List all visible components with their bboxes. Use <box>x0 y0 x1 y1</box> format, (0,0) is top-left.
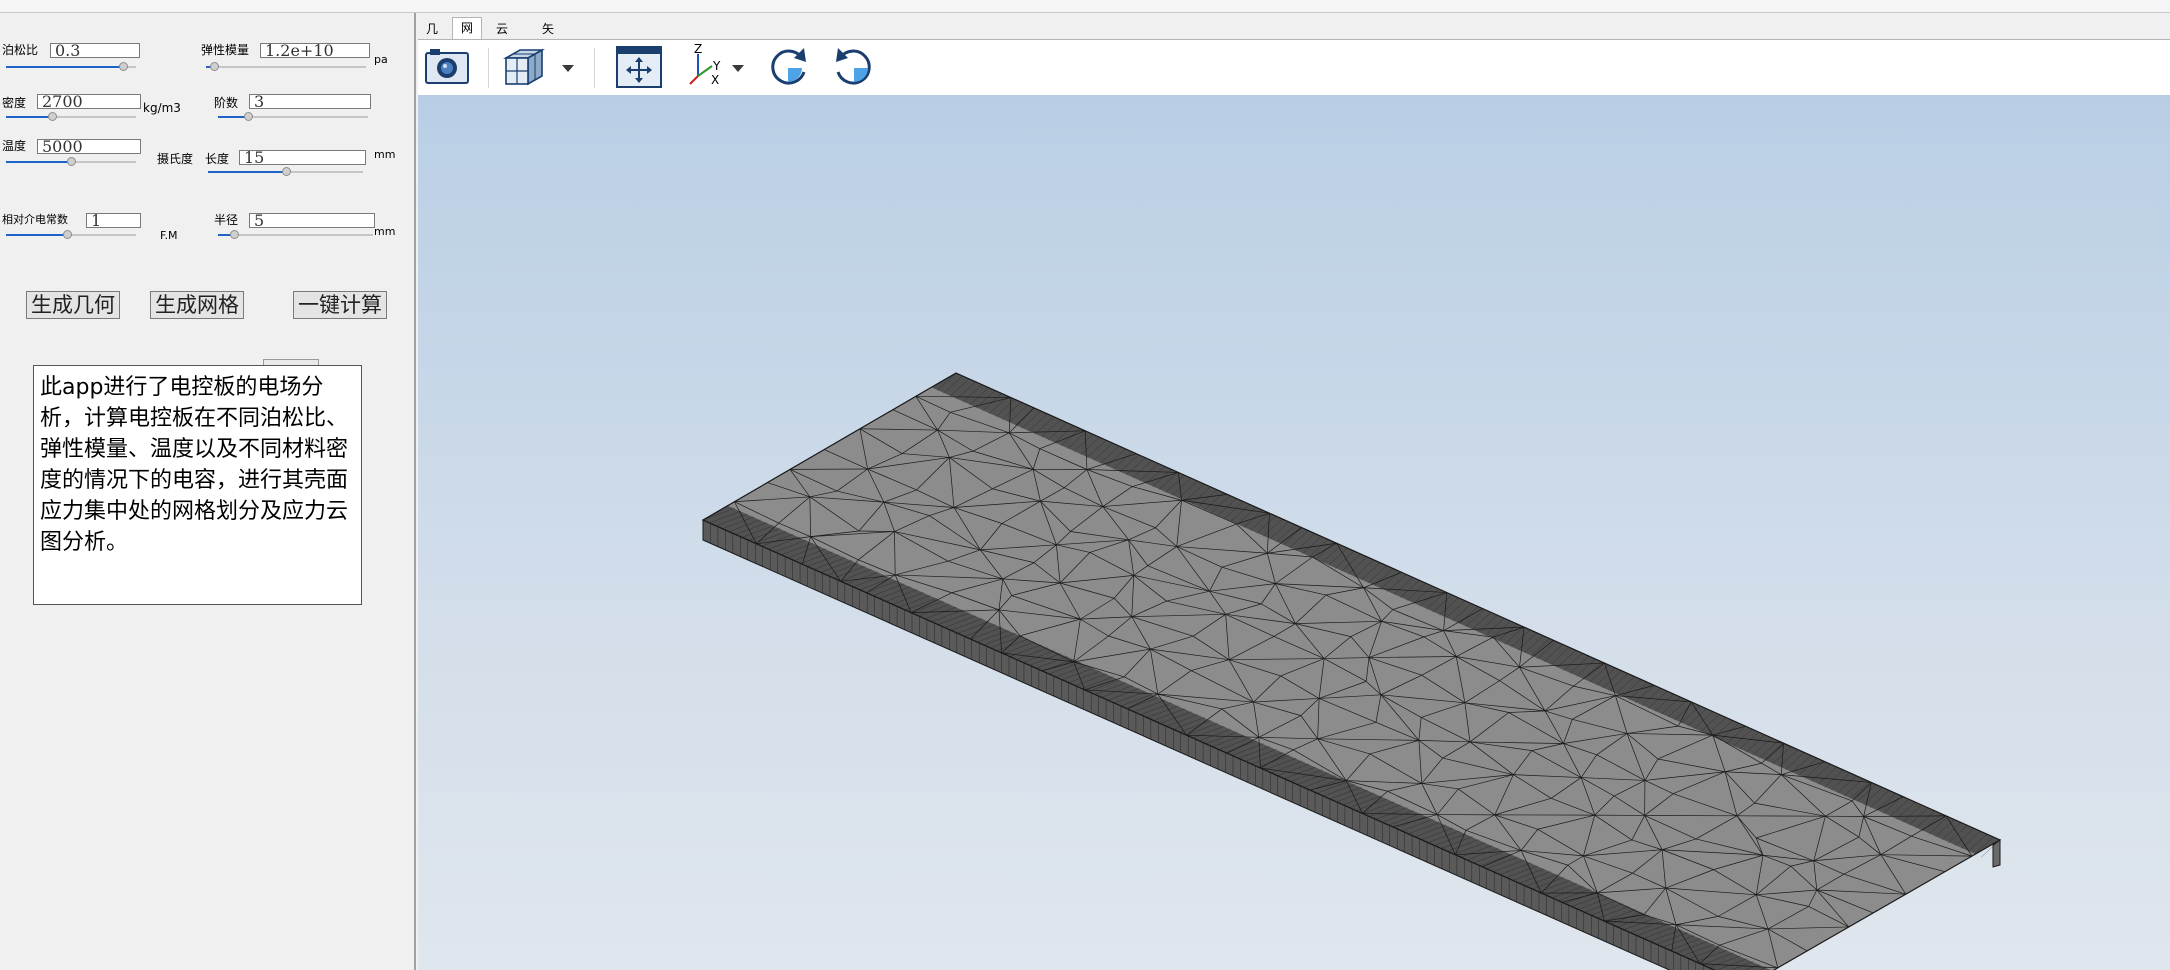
density-slider[interactable] <box>6 111 136 123</box>
one-click-compute-button[interactable]: 一键计算 <box>293 291 387 319</box>
density-slider-thumb[interactable] <box>47 112 57 121</box>
youngs-modulus-slider-thumb[interactable] <box>210 62 219 71</box>
chevron-down-icon[interactable] <box>560 44 576 90</box>
graphics-viewport[interactable] <box>418 95 2170 970</box>
permittivity-slider-thumb[interactable] <box>63 230 73 239</box>
length-label: 长度 <box>205 152 230 166</box>
poisson-label: 泊松比 <box>2 43 39 57</box>
cube-view-icon[interactable] <box>502 44 558 90</box>
rotate-cw-icon[interactable] <box>764 44 814 90</box>
temperature-label: 温度 <box>2 139 27 153</box>
meshed-plate <box>701 372 2002 970</box>
axis-orientation-icon[interactable]: Z Y X <box>682 42 726 90</box>
svg-text:Z: Z <box>694 44 702 56</box>
tab-geometry[interactable]: 几何 <box>418 19 446 56</box>
temperature-slider[interactable] <box>6 156 136 168</box>
radius-slider-thumb[interactable] <box>229 230 239 239</box>
rotate-ccw-icon[interactable] <box>828 44 878 90</box>
generate-geometry-button[interactable]: 生成几何 <box>26 291 120 319</box>
svg-text:Y: Y <box>712 59 721 73</box>
density-label: 密度 <box>2 96 27 110</box>
temperature-unit: 摄氏度 <box>157 152 194 166</box>
plate-top-face <box>701 372 2002 970</box>
zoom-extents-icon[interactable] <box>614 44 664 90</box>
window-top-bar <box>0 0 2170 13</box>
description-text: 此app进行了电控板的电场分析，计算电控板在不同泊松比、弹性模量、温度以及不同材… <box>33 365 362 605</box>
graphics-toolbar: Z Y X <box>418 39 2170 96</box>
camera-icon[interactable] <box>422 44 472 90</box>
density-field[interactable]: 2700 <box>37 94 141 109</box>
length-field[interactable]: 15 <box>239 150 366 165</box>
poisson-slider-thumb[interactable] <box>119 62 128 71</box>
length-slider-thumb[interactable] <box>281 167 291 176</box>
permittivity-unit: F.M <box>160 229 178 242</box>
tab-contour[interactable]: 云图 <box>488 19 516 56</box>
youngs-modulus-field[interactable]: 1.2e+10 <box>260 43 370 58</box>
tab-vector-plot[interactable]: 矢量图1 <box>534 19 562 96</box>
youngs-modulus-unit: pa <box>374 53 388 66</box>
youngs-modulus-slider[interactable] <box>206 61 366 73</box>
permittivity-label: 相对介电常数 <box>2 213 68 226</box>
temperature-slider-thumb[interactable] <box>67 157 76 166</box>
length-slider[interactable] <box>208 166 363 178</box>
poisson-slider[interactable] <box>6 61 136 73</box>
mesh-plot <box>701 372 2002 970</box>
permittivity-field[interactable]: 1 <box>86 213 141 228</box>
order-label: 阶数 <box>214 96 239 110</box>
poisson-field[interactable]: 0.3 <box>50 43 140 58</box>
order-slider-thumb[interactable] <box>244 112 253 121</box>
generate-mesh-button[interactable]: 生成网格 <box>150 291 244 319</box>
permittivity-slider[interactable] <box>6 229 136 241</box>
youngs-modulus-label: 弹性模量 <box>201 43 250 57</box>
radius-unit: mm <box>374 225 396 238</box>
order-slider[interactable] <box>218 111 368 123</box>
parameter-panel: 泊松比 0.3 弹性模量 1.2e+10 pa 密度 2700 kg/m3 阶数… <box>0 13 416 970</box>
tab-mesh[interactable]: 网格 <box>452 17 483 55</box>
density-unit: kg/m3 <box>143 101 181 115</box>
radius-field[interactable]: 5 <box>249 213 375 228</box>
temperature-field[interactable]: 5000 <box>37 139 141 154</box>
order-field[interactable]: 3 <box>249 94 371 109</box>
radius-label: 半径 <box>214 213 239 227</box>
length-unit: mm <box>374 148 396 161</box>
radius-slider[interactable] <box>218 229 373 241</box>
axis-dropdown-chevron-icon[interactable] <box>730 44 746 90</box>
svg-text:X: X <box>711 73 719 87</box>
plate-flange <box>1992 839 2001 868</box>
